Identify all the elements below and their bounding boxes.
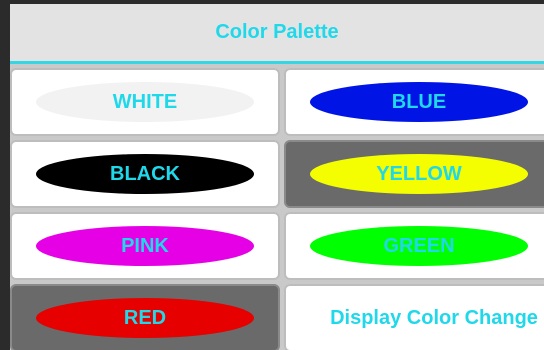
header-bar: Color Palette <box>10 4 544 64</box>
color-cell-white[interactable]: WHITE <box>10 68 280 136</box>
display-color-change-button[interactable]: Display Color Change <box>284 284 544 350</box>
color-swatch-blue: BLUE <box>310 82 528 122</box>
color-palette-window: Color Palette WHITE BLUE BLACK YELLOW PI… <box>10 4 544 350</box>
color-swatch-yellow: YELLOW <box>310 154 528 194</box>
color-label-blue: BLUE <box>391 90 447 113</box>
color-label-yellow: YELLOW <box>376 162 462 185</box>
color-cell-blue[interactable]: BLUE <box>284 68 544 136</box>
color-swatch-black: BLACK <box>36 154 254 194</box>
color-cell-black[interactable]: BLACK <box>10 140 280 208</box>
color-cell-pink[interactable]: PINK <box>10 212 280 280</box>
page-title: Color Palette <box>215 21 339 43</box>
color-label-red: RED <box>123 306 167 329</box>
color-label-green: GREEN <box>383 234 455 257</box>
color-swatch-pink: PINK <box>36 226 254 266</box>
display-color-change-label: Display Color Change <box>330 306 538 329</box>
color-cell-yellow[interactable]: YELLOW <box>284 140 544 208</box>
color-cell-red[interactable]: RED <box>10 284 280 350</box>
color-swatch-red: RED <box>36 298 254 338</box>
color-label-pink: PINK <box>121 234 169 257</box>
color-cell-green[interactable]: GREEN <box>284 212 544 280</box>
color-swatch-green: GREEN <box>310 226 528 266</box>
color-swatch-white: WHITE <box>36 82 254 122</box>
color-label-white: WHITE <box>112 90 178 113</box>
color-label-black: BLACK <box>110 162 180 185</box>
